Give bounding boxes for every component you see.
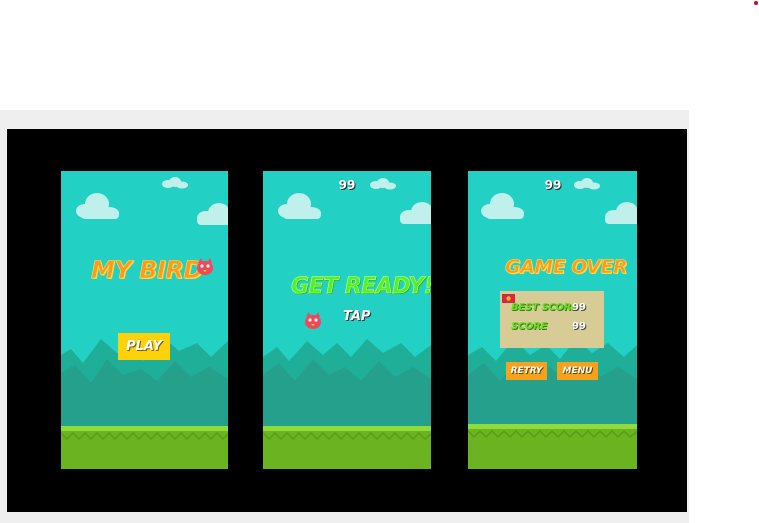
- menu-button[interactable]: MENU: [557, 362, 598, 380]
- game-title: MY BIRD: [91, 256, 204, 285]
- play-button[interactable]: PLAY: [118, 333, 170, 360]
- current-score: 99: [544, 178, 562, 192]
- get-ready-title: GET READY!: [291, 274, 431, 300]
- bird-icon: [197, 258, 213, 275]
- current-score: 99: [338, 178, 356, 192]
- menu-screen: MY BIRD PLAY: [61, 171, 228, 469]
- best-score-row: BEST SCORE 99: [500, 302, 604, 316]
- get-ready-screen: 99 GET READY! TAP: [263, 171, 431, 469]
- score-panel: BEST SCORE 99 SCORE 99: [500, 291, 604, 348]
- best-score-value: 99: [572, 302, 586, 313]
- score-row: SCORE 99: [500, 321, 604, 335]
- retry-button[interactable]: RETRY: [506, 362, 547, 380]
- game-over-title: GAME OVER: [505, 256, 628, 279]
- score-value: 99: [572, 321, 586, 332]
- best-score-label: BEST SCORE: [511, 302, 578, 313]
- game-stage: MY BIRD PLAY 99 GET READY! TAP 99 GAME O…: [7, 129, 687, 512]
- score-label: SCORE: [511, 321, 548, 332]
- bird-icon: [305, 312, 321, 329]
- menu-background: [61, 171, 228, 469]
- tap-hint[interactable]: TAP: [343, 309, 370, 324]
- game-over-screen: 99 GAME OVER BEST SCORE 99 SCORE 99 RETR…: [468, 171, 637, 469]
- corner-dot: [754, 1, 758, 5]
